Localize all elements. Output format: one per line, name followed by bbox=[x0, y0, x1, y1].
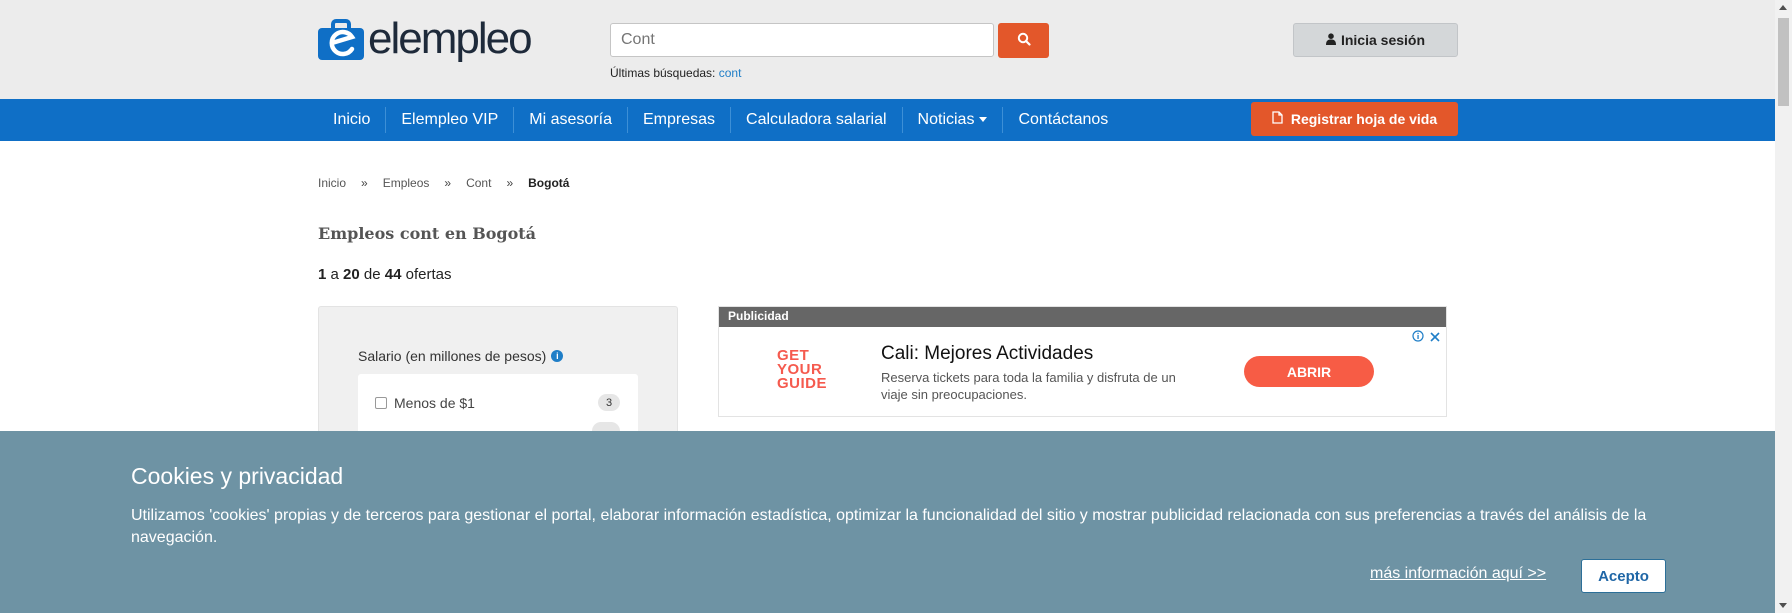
results-count: 1 a 20 de 44 ofertas bbox=[318, 266, 451, 283]
nav-items: Inicio Elempleo VIP Mi asesoría Empresas… bbox=[318, 99, 1123, 141]
ad-banner[interactable]: Publicidad GET YOUR GUIDE Cali: Mejores … bbox=[718, 306, 1447, 417]
cookie-banner: Cookies y privacidad Utilizamos 'cookies… bbox=[0, 431, 1775, 613]
nav-item-noticias[interactable]: Noticias bbox=[901, 107, 1003, 133]
breadcrumb-separator: » bbox=[361, 176, 368, 190]
results-total: 44 bbox=[384, 266, 402, 283]
recent-searches: Últimas búsquedas: cont bbox=[610, 66, 741, 80]
register-cv-label: Registrar hoja de vida bbox=[1290, 111, 1438, 127]
vertical-scrollbar[interactable] bbox=[1775, 0, 1792, 613]
scrollbar-thumb[interactable] bbox=[1778, 18, 1789, 106]
ad-info-icon[interactable] bbox=[1412, 329, 1424, 347]
user-icon bbox=[1325, 32, 1336, 48]
page: elempleo Últimas búsquedas: cont Inicia … bbox=[0, 0, 1792, 613]
search-button[interactable] bbox=[998, 23, 1049, 58]
cookie-more-info-link[interactable]: más información aquí >> bbox=[1370, 565, 1546, 583]
ad-controls bbox=[1412, 329, 1440, 347]
results-suffix: ofertas bbox=[405, 266, 452, 283]
briefcase-logo-icon bbox=[318, 19, 364, 60]
search-icon bbox=[1017, 32, 1031, 49]
filter-panel: Salario (en millones de pesos) i Menos d… bbox=[318, 306, 678, 446]
recent-searches-label: Últimas búsquedas: bbox=[610, 66, 716, 80]
filter-option-label: Menos de $1 bbox=[394, 395, 475, 411]
nav-item-mi-asesoria[interactable]: Mi asesoría bbox=[513, 107, 627, 133]
results-from: 1 bbox=[318, 266, 327, 283]
search-bar bbox=[610, 23, 1049, 58]
register-cv-button[interactable]: Registrar hoja de vida bbox=[1251, 102, 1458, 136]
breadcrumb-item-empleos[interactable]: Empleos bbox=[383, 176, 430, 190]
breadcrumb-separator: » bbox=[444, 176, 452, 190]
ad-label: Publicidad bbox=[719, 307, 1446, 327]
cookie-text: Utilizamos 'cookies' propias y de tercer… bbox=[131, 507, 1647, 546]
scroll-up-icon[interactable] bbox=[1779, 5, 1787, 10]
ad-headline[interactable]: Cali: Mejores Actividades bbox=[881, 343, 1093, 365]
caret-down-icon bbox=[979, 117, 988, 123]
logo[interactable]: elempleo bbox=[318, 14, 533, 63]
ad-cta-button[interactable]: ABRIR bbox=[1244, 356, 1374, 387]
breadcrumb-separator: » bbox=[506, 176, 514, 190]
results-a: a bbox=[330, 266, 339, 283]
ad-close-icon[interactable] bbox=[1430, 329, 1440, 347]
nav-item-inicio[interactable]: Inicio bbox=[318, 107, 385, 133]
breadcrumb-item-inicio[interactable]: Inicio bbox=[318, 176, 346, 190]
breadcrumb: Inicio » Empleos » Cont » Bogotá bbox=[318, 176, 569, 190]
breadcrumb-item-cont[interactable]: Cont bbox=[466, 176, 491, 190]
cookie-accept-button[interactable]: Acepto bbox=[1581, 559, 1666, 593]
scroll-down-icon[interactable] bbox=[1779, 603, 1787, 608]
page-title: Empleos cont en Bogotá bbox=[318, 224, 537, 243]
ad-brand-line: GUIDE bbox=[777, 375, 828, 392]
results-de: de bbox=[363, 266, 381, 283]
ad-brand-logo: GET YOUR GUIDE bbox=[777, 348, 828, 392]
header: elempleo Últimas búsquedas: cont Inicia … bbox=[0, 0, 1775, 99]
document-icon bbox=[1272, 111, 1283, 127]
login-label: Inicia sesión bbox=[1340, 32, 1426, 48]
salary-filter-title: Salario (en millones de pesos) i bbox=[358, 348, 564, 364]
login-button[interactable]: Inicia sesión bbox=[1293, 23, 1458, 57]
nav-item-elempleo-vip[interactable]: Elempleo VIP bbox=[385, 107, 513, 133]
cookie-title: Cookies y privacidad bbox=[131, 463, 344, 489]
salary-filter-label: Salario (en millones de pesos) bbox=[358, 348, 547, 364]
filter-checkbox[interactable] bbox=[375, 397, 387, 409]
results-to: 20 bbox=[343, 266, 360, 283]
recent-search-link[interactable]: cont bbox=[719, 66, 742, 80]
nav-item-contactanos[interactable]: Contáctanos bbox=[1002, 107, 1123, 133]
main-nav: Inicio Elempleo VIP Mi asesoría Empresas… bbox=[0, 99, 1775, 141]
info-icon[interactable]: i bbox=[551, 350, 564, 362]
logo-text: elempleo bbox=[368, 14, 533, 63]
nav-item-noticias-label: Noticias bbox=[917, 111, 975, 128]
search-input[interactable] bbox=[610, 23, 994, 57]
nav-item-empresas[interactable]: Empresas bbox=[627, 107, 730, 133]
ad-description: Reserva tickets para toda la familia y d… bbox=[881, 370, 1176, 402]
filter-count-badge: 3 bbox=[598, 394, 620, 411]
breadcrumb-current: Bogotá bbox=[528, 176, 570, 190]
filter-option[interactable]: Menos de $1 bbox=[375, 395, 475, 411]
nav-item-calculadora-salarial[interactable]: Calculadora salarial bbox=[730, 107, 902, 133]
